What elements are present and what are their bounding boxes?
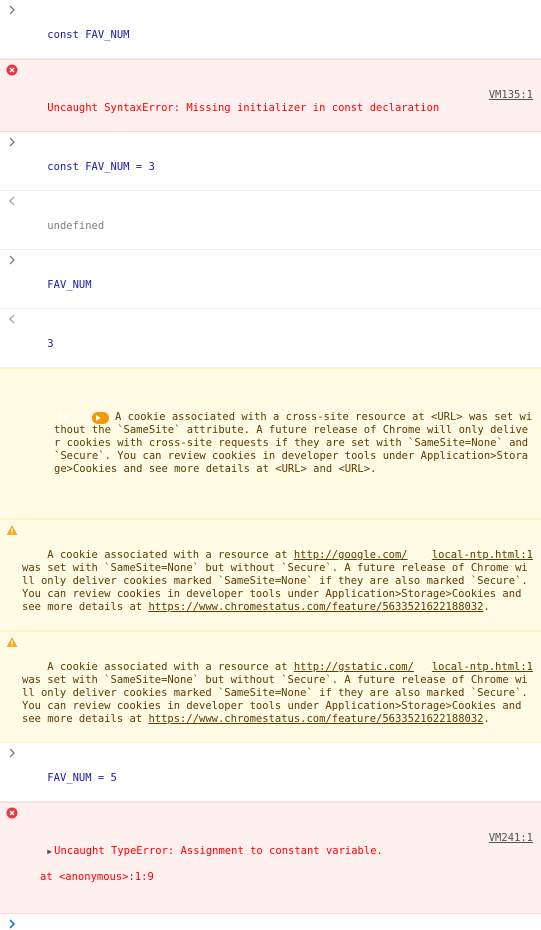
chevron-right-icon bbox=[6, 4, 18, 16]
console-error-entry[interactable]: VM241:1 ▶ Uncaught TypeError: Assignment … bbox=[0, 802, 541, 914]
console-warning-entry: local-ntp.html:1 A cookie associated with… bbox=[0, 631, 541, 743]
devtools-console: const FAV_NUM VM135:1 Uncaught SyntaxErr… bbox=[0, 0, 541, 930]
url-link[interactable]: https://www.chromestatus.com/feature/563… bbox=[148, 601, 483, 613]
console-result-value: undefined bbox=[47, 220, 105, 232]
console-prompt[interactable] bbox=[0, 914, 541, 930]
chevron-right-icon bbox=[6, 254, 18, 266]
console-input-text: FAV_NUM bbox=[47, 279, 92, 291]
error-message: Uncaught TypeError: Assignment to consta… bbox=[54, 845, 383, 857]
console-error-entry: VM135:1 Uncaught SyntaxError: Missing in… bbox=[0, 59, 541, 132]
console-warning-entry: local-ntp.html:1 A cookie associated with… bbox=[0, 519, 541, 631]
expand-triangle-icon bbox=[95, 415, 101, 421]
error-icon bbox=[6, 807, 18, 819]
console-result-value: 3 bbox=[47, 338, 54, 350]
source-link[interactable]: local-ntp.html:1 bbox=[432, 549, 533, 562]
chevron-left-icon bbox=[6, 313, 18, 325]
warning-message: A cookie associated with a cross-site re… bbox=[54, 411, 535, 475]
source-link[interactable]: VM135:1 bbox=[489, 89, 533, 102]
warning-text: . bbox=[483, 601, 490, 613]
console-input-entry: const FAV_NUM bbox=[0, 0, 541, 59]
console-input-text: FAV_NUM = 5 bbox=[47, 772, 117, 784]
warning-icon bbox=[6, 524, 18, 536]
error-message: Uncaught SyntaxError: Missing initialize… bbox=[47, 102, 440, 114]
console-input-entry: const FAV_NUM = 3 bbox=[0, 132, 541, 191]
console-input-entry: FAV_NUM bbox=[0, 250, 541, 309]
console-warning-group[interactable]: 14 A cookie associated with a cross-site … bbox=[0, 368, 541, 519]
warning-text: A cookie associated with a resource at bbox=[47, 661, 294, 673]
console-input-entry: FAV_NUM = 5 bbox=[0, 743, 541, 802]
url-link[interactable]: https://www.chromestatus.com/feature/563… bbox=[148, 713, 483, 725]
warning-text: . bbox=[483, 713, 490, 725]
warning-count-badge[interactable]: 14 bbox=[58, 412, 109, 424]
console-input-text: const FAV_NUM bbox=[47, 29, 130, 41]
url-link[interactable]: http://gstatic.com/ bbox=[294, 661, 414, 673]
warning-icon bbox=[6, 636, 18, 648]
stack-trace-line: at <anonymous>:1:9 bbox=[40, 871, 154, 883]
chevron-right-icon bbox=[6, 136, 18, 148]
error-icon bbox=[6, 64, 18, 76]
source-link[interactable]: local-ntp.html:1 bbox=[432, 661, 533, 674]
expand-triangle-icon[interactable]: ▶ bbox=[47, 847, 52, 856]
url-link[interactable]: http://google.com/ bbox=[294, 549, 408, 561]
warning-text: A cookie associated with a resource at bbox=[47, 549, 294, 561]
chevron-right-icon bbox=[6, 747, 18, 759]
console-result-entry: 3 bbox=[0, 309, 541, 368]
warning-count: 14 bbox=[57, 412, 70, 423]
console-input-text: const FAV_NUM = 3 bbox=[47, 161, 155, 173]
console-result-entry: undefined bbox=[0, 191, 541, 250]
chevron-right-icon bbox=[6, 918, 18, 930]
chevron-left-icon bbox=[6, 195, 18, 207]
source-link[interactable]: VM241:1 bbox=[489, 832, 533, 845]
